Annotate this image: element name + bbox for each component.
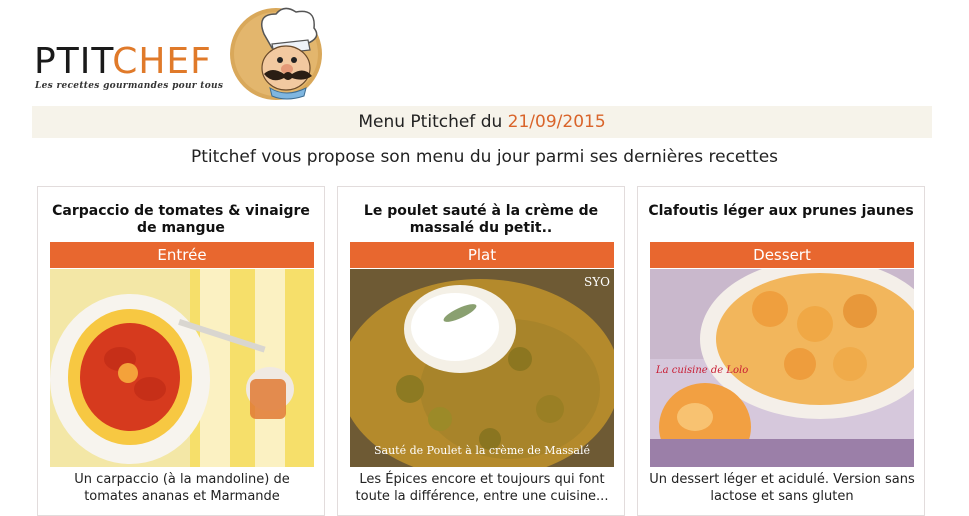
logo-wordmark: PTITCHEF [34,41,212,82]
recipe-title[interactable]: Carpaccio de tomates & vinaigre de mangu… [48,203,314,237]
recipe-card-entree[interactable]: Carpaccio de tomates & vinaigre de mangu… [37,186,325,516]
logo-tagline: Les recettes gourmandes pour tous [35,81,224,91]
recipe-description: Un carpaccio (à la mandoline) de tomates… [74,472,290,504]
recipe-card-dessert[interactable]: Clafoutis léger aux prunes jaunes Desser… [637,186,925,516]
image-caption: Sauté de Poulet à la crème de Massalé [374,444,590,457]
menu-date-bar: Menu Ptitchef du 21/09/2015 [32,106,932,138]
recipe-title[interactable]: Clafoutis léger aux prunes jaunes [648,203,914,220]
recipe-photo-carpaccio[interactable] [50,269,314,467]
recipe-description: Les Épices encore et toujours qui font t… [355,472,609,504]
ptitchef-logo[interactable]: PTITCHEF Les recettes gourmandes pour to… [34,4,334,102]
recipe-photo-clafoutis[interactable]: La cuisine de Lolo [650,269,914,467]
recipe-title[interactable]: Le poulet sauté à la crème de massalé du… [348,203,614,237]
menu-label: Menu Ptitchef du [358,112,508,132]
category-badge: Entrée [50,242,314,268]
chef-mascot-icon [230,7,322,100]
page-subtitle: Ptitchef vous propose son menu du jour p… [190,147,779,167]
recipe-description: Un dessert léger et acidulé. Version san… [649,472,915,504]
image-caption: La cuisine de Lolo [656,365,749,376]
menu-date: 21/09/2015 [507,112,606,132]
recipe-card-plat[interactable]: Le poulet sauté à la crème de massalé du… [337,186,625,516]
image-watermark: SYO [584,275,610,289]
recipe-photo-poulet[interactable]: SYO Sauté de Poulet à la crème de Massal… [350,269,614,467]
category-badge: Plat [350,242,614,268]
category-badge: Dessert [650,242,914,268]
